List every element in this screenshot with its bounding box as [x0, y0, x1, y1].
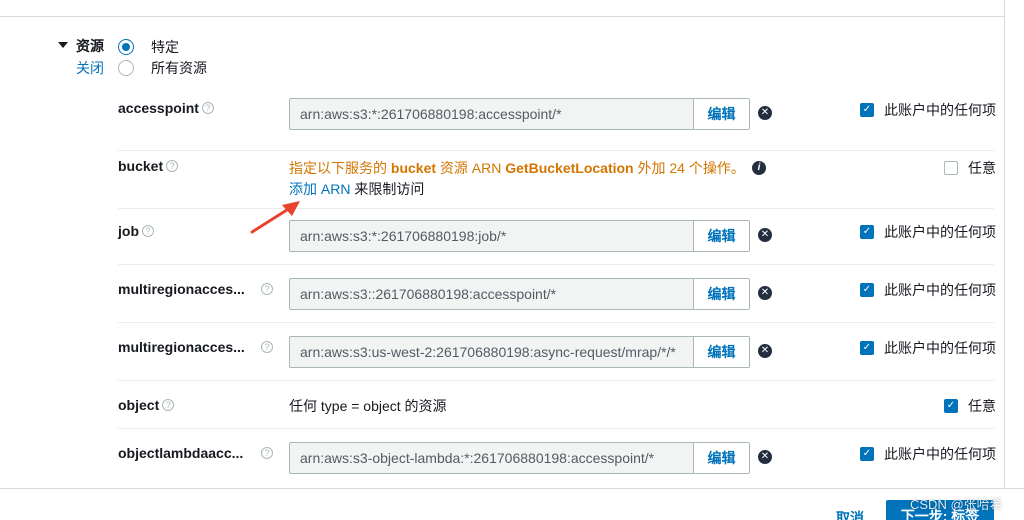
arn-value: arn:aws:s3-object-lambda:*:261706880198:…: [300, 450, 655, 466]
row-divider: [118, 380, 994, 381]
edit-button[interactable]: 编辑: [693, 279, 749, 309]
arn-field[interactable]: arn:aws:s3:*:261706880198:accesspoint/* …: [289, 98, 750, 130]
question-circle-icon[interactable]: ?: [261, 283, 273, 295]
arn-field[interactable]: arn:aws:s3:us-west-2:261706880198:async-…: [289, 336, 750, 368]
resource-name-text: objectlambdaacc...: [118, 445, 244, 461]
checkbox-checked-icon[interactable]: ✓: [860, 103, 874, 117]
warning-text: 外加 24 个操作。: [633, 160, 745, 176]
checkbox-label: 此账户中的任何项: [884, 446, 996, 462]
any-in-account-checkbox[interactable]: ✓ 此账户中的任何项: [860, 444, 996, 464]
times-circle-icon[interactable]: ✕: [758, 106, 772, 120]
any-checkbox[interactable]: ✓ 任意: [944, 396, 996, 416]
radio-all-resources[interactable]: 所有资源: [118, 58, 207, 78]
question-circle-icon[interactable]: ?: [166, 160, 179, 172]
row-divider: [118, 150, 994, 151]
radio-label: 特定: [151, 39, 179, 55]
checkbox-checked-icon[interactable]: ✓: [860, 283, 874, 297]
question-circle-icon[interactable]: ?: [261, 447, 273, 459]
arn-value: arn:aws:s3:*:261706880198:accesspoint/*: [300, 106, 562, 122]
radio-label: 所有资源: [151, 60, 207, 76]
arn-field[interactable]: arn:aws:s3-object-lambda:*:261706880198:…: [289, 442, 750, 474]
checkbox-checked-icon[interactable]: ✓: [860, 341, 874, 355]
edit-button[interactable]: 编辑: [693, 221, 749, 251]
edit-button[interactable]: 编辑: [693, 337, 749, 367]
resource-name-text: bucket: [118, 158, 164, 174]
checkbox-label: 此账户中的任何项: [884, 224, 996, 240]
checkbox-label: 任意: [968, 398, 996, 414]
resource-name: multiregionacces...: [118, 281, 245, 297]
arn-field[interactable]: arn:aws:s3::261706880198:accesspoint/* 编…: [289, 278, 750, 310]
resource-name: multiregionacces...: [118, 339, 245, 355]
warning-message: 指定以下服务的 bucket 资源 ARN GetBucketLocation …: [289, 158, 745, 178]
warning-text: 资源 ARN: [436, 160, 506, 176]
warning-text: 指定以下服务的: [289, 160, 391, 176]
checkbox-checked-icon[interactable]: ✓: [860, 447, 874, 461]
section-title: 资源: [76, 38, 104, 54]
arn-field[interactable]: arn:aws:s3:*:261706880198:job/* 编辑: [289, 220, 750, 252]
top-divider: [0, 16, 1004, 17]
resource-name: accesspoint ?: [118, 100, 214, 116]
object-resource-text: 任何 type = object 的资源: [289, 398, 447, 414]
checkbox-label: 任意: [968, 160, 996, 176]
any-in-account-checkbox[interactable]: ✓ 此账户中的任何项: [860, 338, 996, 358]
resource-name: objectlambdaacc...: [118, 445, 243, 461]
add-arn-link[interactable]: 添加 ARN: [289, 181, 350, 197]
checkbox-label: 此账户中的任何项: [884, 340, 996, 356]
warning-bold: bucket: [390, 160, 437, 176]
question-circle-icon[interactable]: ?: [142, 225, 154, 237]
annotation-arrow: [250, 201, 300, 234]
info-circle-icon[interactable]: i: [752, 161, 766, 175]
resource-name-text: accesspoint: [118, 100, 199, 116]
resource-name-text: object: [118, 397, 160, 413]
add-arn-line: 添加 ARN 来限制访问: [289, 179, 424, 199]
arn-value: arn:aws:s3::261706880198:accesspoint/*: [300, 286, 557, 302]
warning-bold: GetBucketLocation: [505, 160, 634, 176]
resource-name: object ?: [118, 397, 175, 413]
question-circle-icon[interactable]: ?: [201, 102, 214, 114]
radio-specific[interactable]: 特定: [118, 37, 179, 57]
times-circle-icon[interactable]: ✕: [758, 228, 772, 242]
any-in-account-checkbox[interactable]: ✓ 此账户中的任何项: [860, 100, 996, 120]
add-arn-text: 来限制访问: [350, 181, 425, 197]
arn-value: arn:aws:s3:us-west-2:261706880198:async-…: [300, 344, 676, 360]
caret-down-icon[interactable]: [58, 42, 68, 48]
any-in-account-checkbox[interactable]: ✓ 此账户中的任何项: [860, 222, 996, 242]
watermark: CSDN @张哈希: [910, 497, 1003, 512]
resource-name-text: job: [118, 223, 139, 239]
any-in-account-checkbox[interactable]: ✓ 此账户中的任何项: [860, 280, 996, 300]
arn-value: arn:aws:s3:*:261706880198:job/*: [300, 228, 507, 244]
any-checkbox[interactable]: 任意: [944, 158, 996, 178]
checkbox-unchecked-icon[interactable]: [944, 161, 958, 175]
radio-button[interactable]: [118, 60, 134, 76]
edit-button[interactable]: 编辑: [693, 443, 749, 473]
question-circle-icon[interactable]: ?: [162, 399, 175, 411]
close-link[interactable]: 关闭: [76, 58, 104, 78]
checkbox-checked-icon[interactable]: ✓: [860, 225, 874, 239]
times-circle-icon[interactable]: ✕: [758, 450, 772, 464]
checkbox-checked-icon[interactable]: ✓: [944, 399, 958, 413]
row-divider: [118, 264, 994, 265]
edit-button[interactable]: 编辑: [693, 99, 749, 129]
row-divider: [118, 428, 994, 429]
resource-name: job ?: [118, 223, 154, 239]
checkbox-label: 此账户中的任何项: [884, 102, 996, 118]
checkbox-label: 此账户中的任何项: [884, 282, 996, 298]
cancel-button[interactable]: 取消: [836, 508, 864, 520]
resource-name-text: multiregionacces...: [118, 281, 245, 297]
resource-name-text: multiregionacces...: [118, 339, 245, 355]
times-circle-icon[interactable]: ✕: [758, 286, 772, 300]
radio-button[interactable]: [118, 39, 134, 55]
bottom-divider: [0, 488, 1024, 489]
resource-name: bucket ?: [118, 158, 179, 174]
times-circle-icon[interactable]: ✕: [758, 344, 772, 358]
question-circle-icon[interactable]: ?: [261, 341, 273, 353]
right-border: [1004, 0, 1005, 488]
row-divider: [118, 322, 994, 323]
